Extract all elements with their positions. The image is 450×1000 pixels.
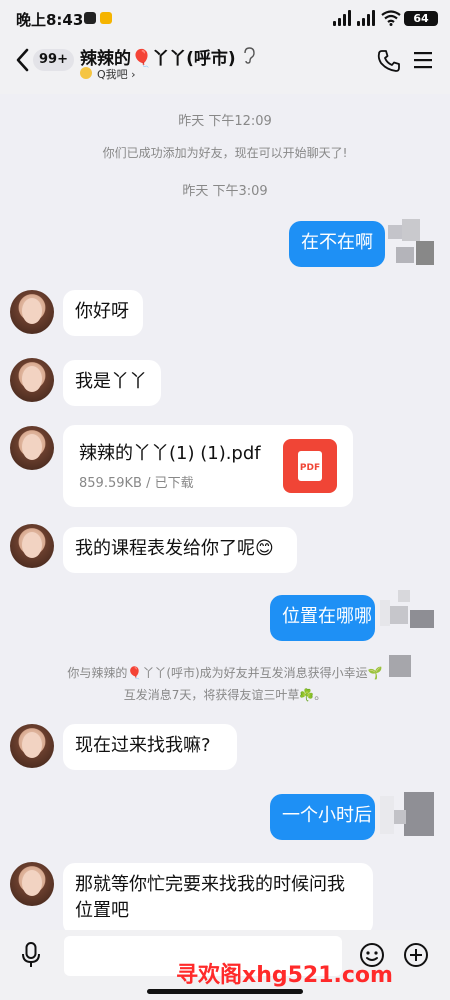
file-meta: 859.59KB / 已下载: [79, 476, 194, 491]
contact-avatar[interactable]: [10, 358, 54, 402]
self-avatar[interactable]: [388, 219, 436, 269]
status-icons: 64: [333, 10, 438, 28]
message-bubble-incoming[interactable]: 那就等你忙完要来找我的时候问我 位置吧: [63, 863, 373, 935]
message-text: 我是丫丫: [75, 371, 147, 392]
signal-icon-2: [357, 10, 375, 26]
signal-icon: [333, 10, 351, 26]
contact-avatar[interactable]: [10, 862, 54, 906]
message-bubble-outgoing[interactable]: 在不在啊: [289, 221, 385, 267]
timestamp-separator: 昨天 下午3:09: [182, 184, 268, 199]
pdf-badge-text: PDF: [300, 463, 320, 473]
message-text: 我的课程表发给你了呢😊: [75, 538, 274, 559]
message-text: 现在过来找我嘛?: [75, 735, 211, 756]
pdf-file-icon: PDF: [283, 439, 337, 493]
message-list[interactable]: 昨天 下午12:09 你们已成功添加为好友，现在可以开始聊天了! 昨天 下午3:…: [0, 94, 450, 935]
message-bubble-incoming[interactable]: 你好呀: [63, 290, 143, 336]
pixelated-block: [389, 655, 411, 677]
smile-icon: [80, 67, 92, 79]
message-text: 一个小时后: [282, 805, 372, 826]
unread-badge[interactable]: 99+: [33, 49, 74, 71]
microphone-icon[interactable]: [20, 941, 42, 969]
message-text: 在不在啊: [301, 232, 373, 253]
message-bubble-incoming[interactable]: 我的课程表发给你了呢😊: [63, 527, 297, 573]
status-time: 晚上8:43: [16, 11, 84, 29]
watermark-text: 寻欢阁xhg521.com: [176, 963, 393, 988]
contact-avatar[interactable]: [10, 724, 54, 768]
message-bubble-outgoing[interactable]: 一个小时后: [270, 794, 375, 840]
battery-icon: 64: [404, 11, 438, 26]
file-message-card[interactable]: 辣辣的丫丫(1) (1).pdf 859.59KB / 已下载 PDF: [63, 425, 353, 507]
message-text-line: 位置吧: [75, 900, 129, 921]
contact-avatar[interactable]: [10, 290, 54, 334]
input-bar: 寻欢阁xhg521.com: [0, 930, 450, 1000]
self-avatar[interactable]: [380, 590, 436, 636]
plus-icon[interactable]: [403, 942, 429, 968]
message-text: 你好呀: [75, 301, 129, 322]
home-indicator: [147, 989, 303, 994]
message-bubble-incoming[interactable]: 我是丫丫: [63, 360, 161, 406]
system-message-friendship: 互发消息7天，将获得友谊三叶草☘️。: [123, 688, 327, 702]
self-avatar[interactable]: [380, 792, 436, 840]
contact-avatar[interactable]: [10, 524, 54, 568]
system-message-friendship: 你与辣辣的🎈丫丫(呼市)成为好友并互发消息获得小幸运🌱: [67, 666, 383, 680]
contact-avatar[interactable]: [10, 426, 54, 470]
system-message: 你们已成功添加为好友，现在可以开始聊天了!: [102, 146, 348, 160]
status-bar: 晚上8:43 64: [0, 0, 450, 36]
message-text: 位置在哪哪: [282, 606, 372, 627]
phone-icon[interactable]: [376, 48, 402, 74]
file-name: 辣辣的丫丫(1) (1).pdf: [79, 443, 261, 464]
timestamp-separator: 昨天 下午12:09: [178, 114, 272, 129]
notification-icon: [84, 12, 96, 24]
back-arrow-icon[interactable]: [12, 46, 34, 74]
message-bubble-incoming[interactable]: 现在过来找我嘛?: [63, 724, 237, 770]
menu-icon[interactable]: [413, 50, 433, 70]
message-bubble-outgoing[interactable]: 位置在哪哪: [270, 595, 375, 641]
ear-icon: [244, 47, 255, 64]
message-text-line: 那就等你忙完要来找我的时候问我: [75, 874, 345, 895]
status-text: Q我吧 ›: [97, 68, 136, 81]
message-icon: [100, 12, 112, 24]
wifi-icon: [381, 10, 401, 26]
chat-header: 99+ 辣辣的🎈丫丫(呼市) Q我吧 ›: [0, 36, 450, 94]
